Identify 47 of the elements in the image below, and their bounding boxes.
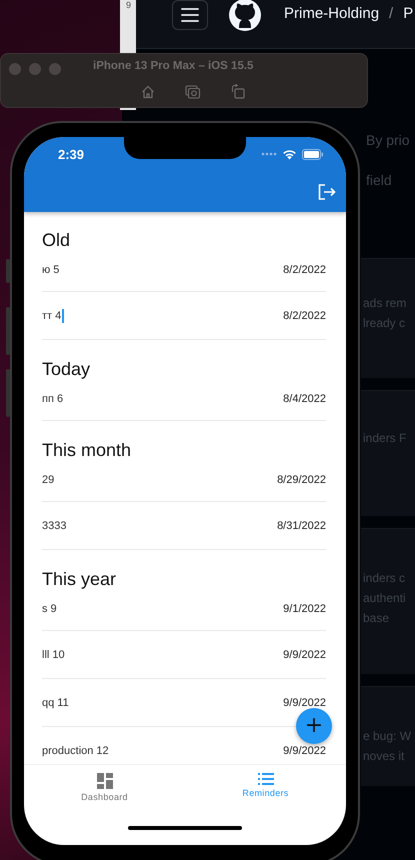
reminder-title[interactable]: qq 11	[42, 694, 69, 710]
reminder-date: 8/4/2022	[283, 392, 326, 407]
toolbar-text: By prio	[366, 132, 410, 148]
section-heading: Old	[42, 229, 72, 251]
minimize-button[interactable]	[29, 63, 41, 75]
list-icon	[258, 773, 274, 785]
section-heading: Today	[42, 358, 92, 380]
section-heading: This month	[42, 439, 132, 461]
section-heading: This year	[42, 568, 118, 590]
reminder-title[interactable]: s 9	[42, 601, 57, 617]
camera-icon[interactable]	[185, 84, 201, 98]
reminder-date: 9/9/2022	[283, 648, 326, 662]
nav-tab[interactable]: Dashboard	[24, 765, 185, 802]
toolbar-text: field	[366, 172, 392, 188]
reminder-date: 8/2/2022	[283, 263, 326, 278]
repository-owner[interactable]: Prime-Holding	[284, 4, 380, 22]
logout-icon[interactable]	[318, 184, 336, 200]
reminder-title[interactable]: lll 10	[42, 646, 65, 662]
reminder-title[interactable]: 29	[42, 472, 54, 488]
reminder-title[interactable]: тт 4	[42, 308, 62, 324]
close-button[interactable]	[9, 63, 21, 75]
home-icon[interactable]	[141, 84, 155, 98]
reminder-date: 8/2/2022	[283, 308, 326, 324]
window-title: iPhone 13 Pro Max – iOS 15.5	[93, 60, 254, 72]
reminder-title[interactable]: 3333	[42, 518, 66, 534]
window-text: 9	[126, 0, 132, 10]
reminder-date: 8/29/2022	[277, 473, 326, 488]
reminder-date: 9/9/2022	[283, 696, 326, 710]
reminder-title[interactable]: ю 5	[42, 262, 60, 278]
add-button[interactable]: +	[296, 708, 332, 744]
wifi-icon	[282, 148, 297, 160]
repository-name[interactable]: P	[403, 4, 414, 22]
rotate-icon[interactable]	[231, 84, 245, 99]
menu-button[interactable]	[172, 0, 208, 30]
reminder-date: 9/1/2022	[283, 602, 326, 617]
octocat-logo-icon[interactable]	[228, 0, 262, 32]
dashboard-icon	[96, 773, 112, 789]
status-time: 2:39	[58, 146, 84, 162]
reminder-title[interactable]: production 12	[42, 743, 109, 759]
signal-icon	[261, 152, 277, 156]
path-separator: /	[389, 4, 394, 22]
reminder-date: 8/31/2022	[277, 518, 326, 534]
reminder-date: 9/9/2022	[283, 744, 326, 759]
battery-icon	[302, 148, 324, 160]
zoom-button[interactable]	[49, 63, 61, 75]
reminder-title[interactable]: пп 6	[42, 391, 64, 407]
menu-icon	[181, 8, 199, 22]
